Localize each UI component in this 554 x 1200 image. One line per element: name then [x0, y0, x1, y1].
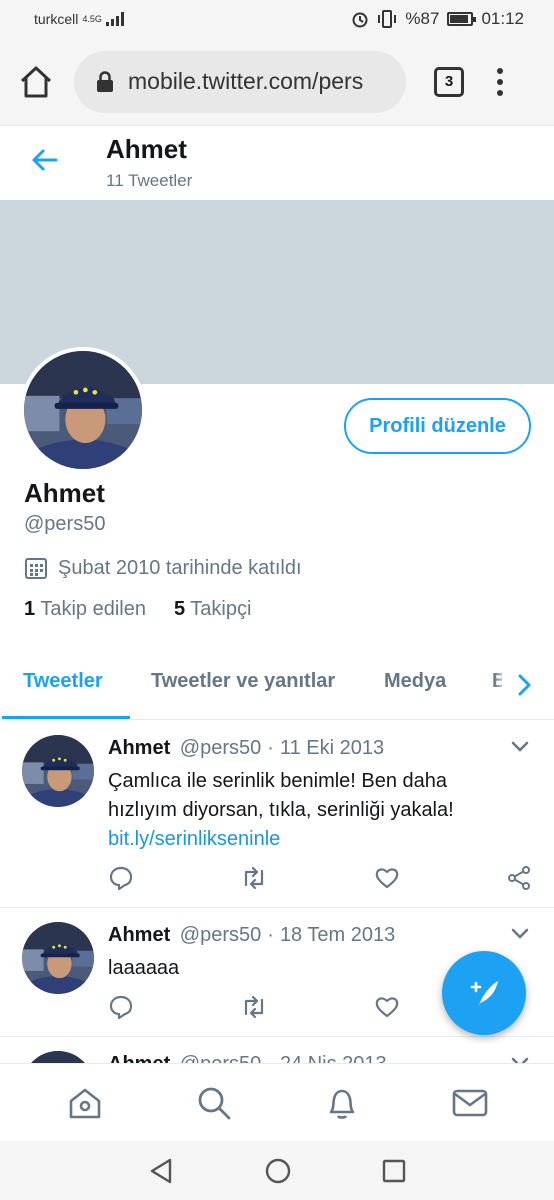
tweet-author-handle: @pers50	[179, 737, 262, 759]
tweet-date[interactable]: 18 Tem 2013	[280, 924, 395, 946]
lock-icon	[97, 70, 113, 92]
reply-icon[interactable]	[108, 994, 134, 1020]
messages-mail-icon[interactable]	[452, 1088, 488, 1118]
url-text: mobile.twitter.com/pers	[128, 68, 364, 94]
tweet-avatar[interactable]	[22, 1051, 94, 1063]
home-circle-icon[interactable]	[264, 1157, 292, 1185]
compose-tweet-button[interactable]	[442, 951, 526, 1035]
compose-feather-icon	[470, 981, 498, 1007]
signal-icon	[105, 12, 124, 26]
tweet-author-handle: @pers50	[179, 924, 262, 946]
battery-icon	[447, 12, 477, 26]
tweet-avatar[interactable]	[22, 735, 94, 807]
follow-stats: 1 Takip edilen 5 Takipçi	[24, 598, 251, 621]
following-link[interactable]: 1 Takip edilen	[24, 598, 146, 621]
profile-name: Ahmet	[24, 478, 105, 508]
tweet-header: Ahmet @pers50 · 24 Nis 2013	[108, 1053, 387, 1063]
tweet-author-name[interactable]: Ahmet	[108, 737, 170, 759]
tweet[interactable]: Ahmet @pers50 · 24 Nis 2013	[0, 1037, 554, 1063]
tweet-date[interactable]: 11 Eki 2013	[280, 737, 384, 759]
profile-header-nav: Ahmet 11 Tweetler	[0, 126, 554, 200]
tweet[interactable]: Ahmet @pers50 · 11 Eki 2013 Çamlıca ile se…	[0, 721, 554, 908]
chevron-down-icon[interactable]	[510, 926, 530, 940]
tweet-link[interactable]: bit.ly/serinlikseninle	[108, 825, 518, 854]
alarm-icon	[352, 12, 368, 28]
chevron-down-icon[interactable]	[510, 1055, 530, 1063]
calendar-icon	[25, 558, 47, 579]
home-icon[interactable]	[18, 65, 54, 99]
tweet-date[interactable]: 24 Nis 2013	[280, 1053, 387, 1063]
tab-tweets[interactable]: Tweetler	[23, 670, 103, 693]
tweet-author-handle: @pers50	[180, 1053, 261, 1063]
join-date: Şubat 2010 tarihinde katıldı	[24, 556, 302, 580]
recents-square-icon[interactable]	[382, 1159, 406, 1183]
notifications-bell-icon[interactable]	[325, 1085, 359, 1121]
network-type: 4.5G	[82, 13, 102, 24]
bottom-navigation	[0, 1063, 554, 1141]
tweet-text-content: laaaaaa	[108, 957, 180, 979]
followers-count: 5	[173, 598, 186, 620]
tweet-separator: ·	[267, 737, 274, 759]
tweet-separator: ·	[267, 1053, 274, 1063]
header-tweet-count: 11 Tweetler	[106, 171, 193, 190]
tweet-separator: ·	[267, 924, 274, 946]
tweet-actions	[108, 865, 532, 891]
profile-tabs: Tweetler Tweetler ve yanıtlar Medya B	[0, 652, 554, 720]
tweet-avatar[interactable]	[22, 922, 94, 994]
tab-switcher-button[interactable]: 3	[434, 66, 464, 97]
clock: 01:12	[481, 9, 524, 28]
tab-tweets-replies[interactable]: Tweetler ve yanıtlar	[151, 670, 335, 693]
tab-fade	[494, 652, 508, 719]
like-heart-icon[interactable]	[374, 865, 400, 891]
back-triangle-icon[interactable]	[148, 1157, 174, 1185]
address-bar[interactable]: mobile.twitter.com/pers	[74, 50, 406, 113]
share-icon[interactable]	[506, 865, 532, 891]
chevron-right-icon[interactable]	[514, 672, 534, 698]
tweet-author-name[interactable]: Ahmet	[108, 1053, 170, 1063]
retweet-icon[interactable]	[240, 865, 268, 891]
followers-label: Takipçi	[190, 598, 252, 620]
profile-avatar[interactable]	[20, 347, 146, 473]
tweet-header: Ahmet @pers50 · 18 Tem 2013	[108, 924, 395, 947]
back-arrow-icon[interactable]	[30, 148, 58, 172]
vibrate-icon	[378, 10, 397, 28]
tab-media[interactable]: Medya	[384, 670, 446, 693]
tweet-header: Ahmet @pers50 · 11 Eki 2013	[108, 737, 384, 760]
battery-percent: %87	[405, 9, 440, 28]
browser-menu-button[interactable]	[496, 67, 504, 96]
home-icon[interactable]	[67, 1086, 103, 1120]
reply-icon[interactable]	[108, 865, 134, 891]
carrier-label: turkcell	[34, 11, 79, 27]
active-tab-indicator	[2, 716, 130, 719]
tweet-text-content: Çamlıca ile serinlik benimle! Ben daha h…	[108, 770, 454, 821]
join-date-text: Şubat 2010 tarihinde katıldı	[58, 556, 302, 579]
following-label: Takip edilen	[40, 598, 146, 620]
profile-handle: @pers50	[24, 513, 106, 535]
tweet-text: Çamlıca ile serinlik benimle! Ben daha h…	[108, 767, 518, 854]
chevron-down-icon[interactable]	[510, 739, 530, 753]
search-icon[interactable]	[196, 1085, 232, 1121]
edit-profile-button[interactable]: Profili düzenle	[344, 398, 531, 454]
like-heart-icon[interactable]	[374, 994, 400, 1020]
header-name: Ahmet	[106, 134, 187, 164]
browser-toolbar: mobile.twitter.com/pers 3	[0, 38, 554, 126]
tweet-author-name[interactable]: Ahmet	[108, 924, 170, 946]
following-count: 1	[24, 598, 36, 620]
retweet-icon[interactable]	[240, 994, 268, 1020]
followers-link[interactable]: 5 Takipçi	[174, 598, 251, 621]
status-bar: turkcell 4.5G %87 01:12	[0, 0, 554, 38]
system-navigation-bar	[0, 1141, 554, 1200]
